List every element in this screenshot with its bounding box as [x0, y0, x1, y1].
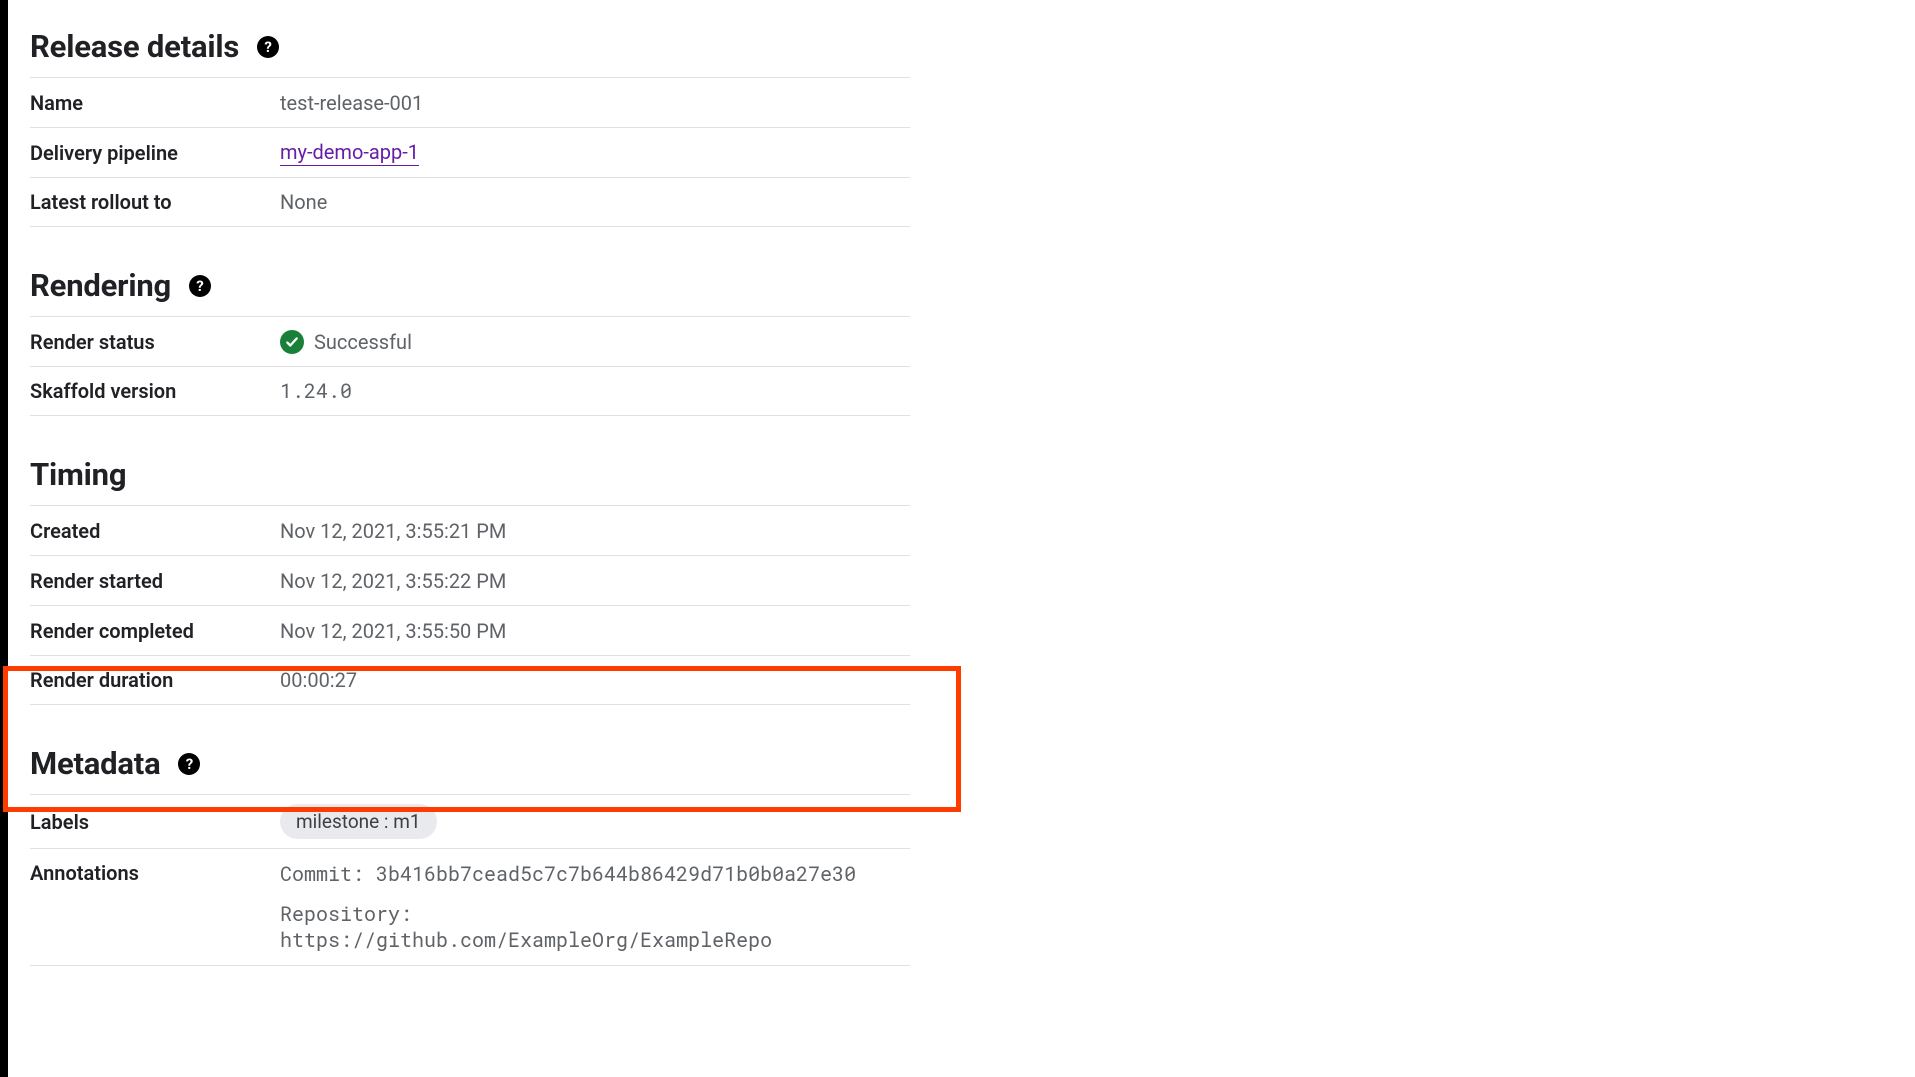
- rollout-value: None: [280, 190, 327, 214]
- created-label: Created: [30, 519, 280, 543]
- release-details-title: Release details: [30, 28, 239, 65]
- help-icon[interactable]: ?: [257, 36, 279, 58]
- help-icon[interactable]: ?: [189, 275, 211, 297]
- annotations-label: Annotations: [30, 861, 280, 885]
- pipeline-label: Delivery pipeline: [30, 141, 280, 165]
- success-check-icon: [280, 330, 304, 354]
- skaffold-label: Skaffold version: [30, 379, 280, 403]
- pipeline-row: Delivery pipeline my-demo-app-1: [30, 127, 910, 177]
- render-completed-value: Nov 12, 2021, 3:55:50 PM: [280, 619, 506, 643]
- render-completed-row: Render completed Nov 12, 2021, 3:55:50 P…: [30, 605, 910, 655]
- timing-title: Timing: [30, 456, 126, 493]
- rendering-section: Rendering ? Render status Successful Ska…: [30, 267, 910, 416]
- name-row: Name test-release-001: [30, 77, 910, 127]
- metadata-title: Metadata: [30, 745, 160, 782]
- render-status-label: Render status: [30, 330, 280, 354]
- render-started-value: Nov 12, 2021, 3:55:22 PM: [280, 569, 506, 593]
- left-border-bar: [0, 0, 8, 1077]
- name-label: Name: [30, 91, 280, 115]
- created-value: Nov 12, 2021, 3:55:21 PM: [280, 519, 506, 543]
- name-value: test-release-001: [280, 91, 423, 115]
- labels-row: Labels milestone : m1: [30, 794, 910, 848]
- render-completed-label: Render completed: [30, 619, 280, 643]
- created-row: Created Nov 12, 2021, 3:55:21 PM: [30, 505, 910, 555]
- rollout-label: Latest rollout to: [30, 190, 280, 214]
- help-icon[interactable]: ?: [178, 753, 200, 775]
- annotation-commit: Commit: 3b416bb7cead5c7c7b644b86429d71b0…: [280, 861, 910, 887]
- render-duration-label: Render duration: [30, 668, 280, 692]
- annotations-row: Annotations Commit: 3b416bb7cead5c7c7b64…: [30, 848, 910, 966]
- label-chip: milestone : m1: [280, 804, 437, 839]
- timing-section: Timing Created Nov 12, 2021, 3:55:21 PM …: [30, 456, 910, 705]
- render-started-row: Render started Nov 12, 2021, 3:55:22 PM: [30, 555, 910, 605]
- render-started-label: Render started: [30, 569, 280, 593]
- release-details-page: Release details ? Name test-release-001 …: [8, 0, 1915, 1077]
- annotation-repository: Repository: https://github.com/ExampleOr…: [280, 901, 910, 953]
- rendering-title: Rendering: [30, 267, 171, 304]
- render-status-row: Render status Successful: [30, 316, 910, 366]
- skaffold-value: 1.24.0: [280, 378, 352, 404]
- labels-label: Labels: [30, 810, 280, 834]
- render-status-value: Successful: [314, 330, 412, 354]
- rollout-row: Latest rollout to None: [30, 177, 910, 227]
- render-duration-row: Render duration 00:00:27: [30, 655, 910, 705]
- pipeline-link[interactable]: my-demo-app-1: [280, 140, 419, 166]
- render-duration-value: 00:00:27: [280, 668, 357, 692]
- metadata-section: Metadata ? Labels milestone : m1 Annotat…: [30, 745, 910, 966]
- release-details-section: Release details ? Name test-release-001 …: [30, 28, 910, 227]
- skaffold-row: Skaffold version 1.24.0: [30, 366, 910, 416]
